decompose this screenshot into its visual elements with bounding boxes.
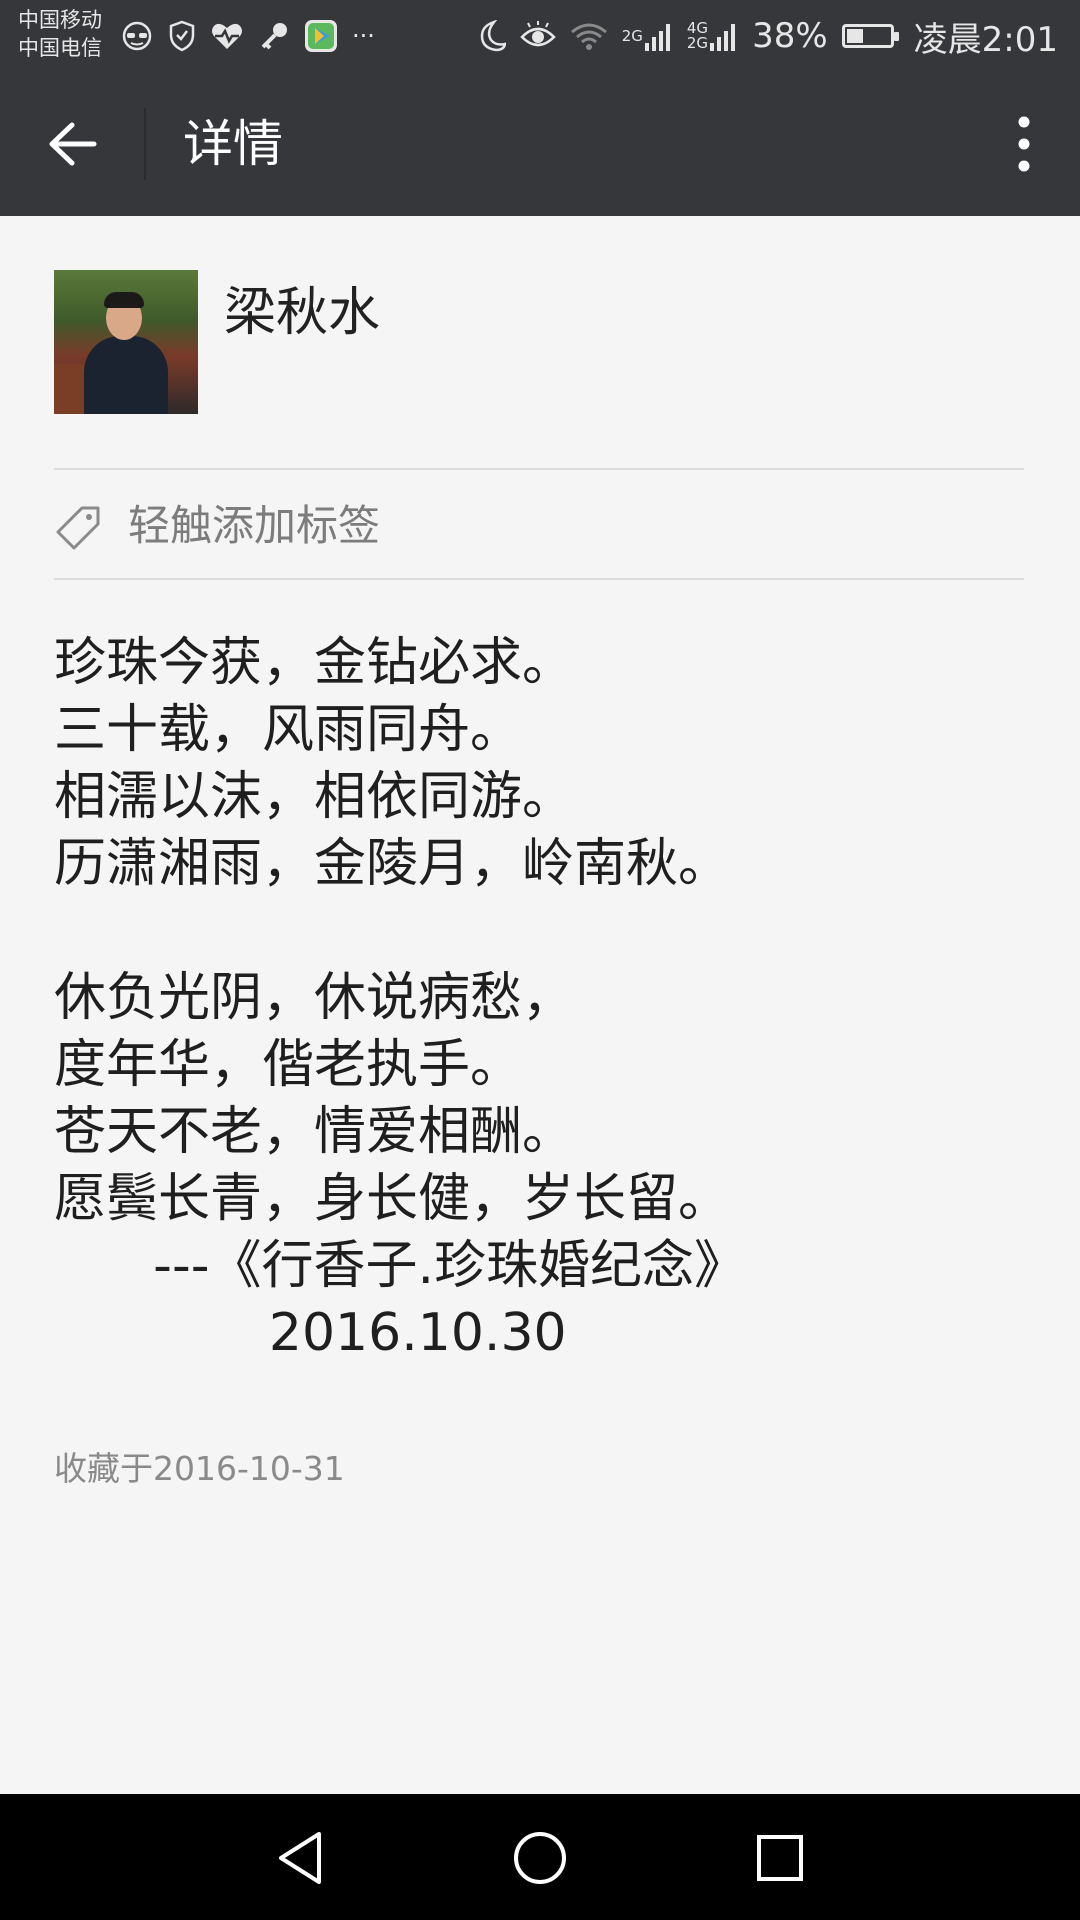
note-line: 相濡以沫，相依同游。: [54, 767, 575, 827]
status-time: 凌晨2:01: [913, 19, 1058, 60]
more-options-button[interactable]: [988, 102, 1060, 186]
note-line: 休负光阴，休说病愁，: [54, 968, 575, 1028]
app-bar-divider: [144, 108, 146, 180]
add-tag-label: 轻触添加标签: [128, 501, 381, 550]
signal-4g-icon: 4G 2G: [687, 21, 738, 51]
carrier-2: 中国电信: [18, 36, 102, 60]
network-2g-b-label: 2G: [686, 34, 709, 52]
nav-back-button[interactable]: [264, 1822, 336, 1894]
app-bar: 详情: [0, 72, 1080, 216]
avatar-hair-shape: [104, 292, 144, 308]
battery-percent: 38%: [752, 16, 828, 56]
note-line: 三十载，风雨同舟。: [54, 700, 523, 760]
eye-icon: [519, 21, 556, 51]
note-line: 度年华，偕老执手。: [54, 1035, 523, 1095]
profile-header[interactable]: 梁秋水: [54, 270, 1034, 414]
battery-fill: [846, 29, 863, 43]
nav-recents-button[interactable]: [744, 1822, 816, 1894]
moon-icon: [476, 20, 506, 52]
profile-name: 梁秋水: [224, 283, 381, 343]
carrier-1: 中国移动: [18, 8, 102, 32]
page-title: 详情: [183, 115, 283, 173]
status-notification-icons: ···: [120, 18, 375, 54]
square-recents-icon: [757, 1835, 803, 1881]
note-line: ---《行香子.珍珠婚纪念》: [54, 1236, 746, 1296]
network-4g-labels: 4G 2G: [687, 21, 708, 51]
key-icon: [258, 20, 290, 52]
divider-top: [54, 468, 1024, 470]
note-line: 愿鬓长青，身长健，岁长留。: [54, 1169, 731, 1229]
avatar[interactable]: [54, 270, 198, 414]
video-app-icon: [304, 19, 338, 53]
carrier-labels: 中国移动 中国电信: [18, 6, 102, 62]
status-bar: 中国移动 中国电信 ··· 2G 4G 2G 38% 凌晨2:01: [0, 0, 1080, 72]
wifi-icon: [570, 20, 608, 52]
nav-home-button[interactable]: [504, 1822, 576, 1894]
add-tag-row[interactable]: 轻触添加标签: [54, 472, 1024, 582]
glasses-icon: [120, 21, 154, 51]
battery-icon: [841, 24, 899, 48]
more-vertical-icon: [1018, 116, 1030, 172]
divider-bottom: [54, 578, 1024, 580]
status-system-icons: 2G 4G 2G 38% 凌晨2:01: [476, 14, 1058, 60]
navigation-bar: [0, 1794, 1080, 1920]
arrow-left-icon: [49, 122, 97, 166]
heart-pulse-icon: [210, 21, 244, 51]
note-line: 苍天不老，情爱相酬。: [54, 1102, 575, 1162]
note-line: 2016.10.30: [54, 1303, 567, 1363]
triangle-back-icon: [279, 1832, 321, 1884]
network-2g-label: 2G: [621, 26, 643, 45]
signal-2g-icon: 2G: [622, 21, 673, 51]
tag-icon: [56, 506, 100, 550]
note-text: 珍珠今获，金钻必求。 三十载，风雨同舟。 相濡以沫，相依同游。历潇湘雨，金陵月，岭南…: [54, 630, 1034, 1367]
avatar-body-shape: [84, 336, 168, 414]
note-line: [54, 898, 1034, 965]
more-notifications-indicator: ···: [352, 22, 375, 50]
note-line: 珍珠今获，金钻必求。: [54, 633, 575, 693]
circle-home-icon: [514, 1832, 566, 1884]
shield-icon: [168, 20, 196, 52]
saved-date: 收藏于2016-10-31: [54, 1449, 345, 1488]
back-button[interactable]: [30, 108, 116, 180]
note-line: 历潇湘雨，金陵月，岭南秋。: [54, 834, 731, 894]
